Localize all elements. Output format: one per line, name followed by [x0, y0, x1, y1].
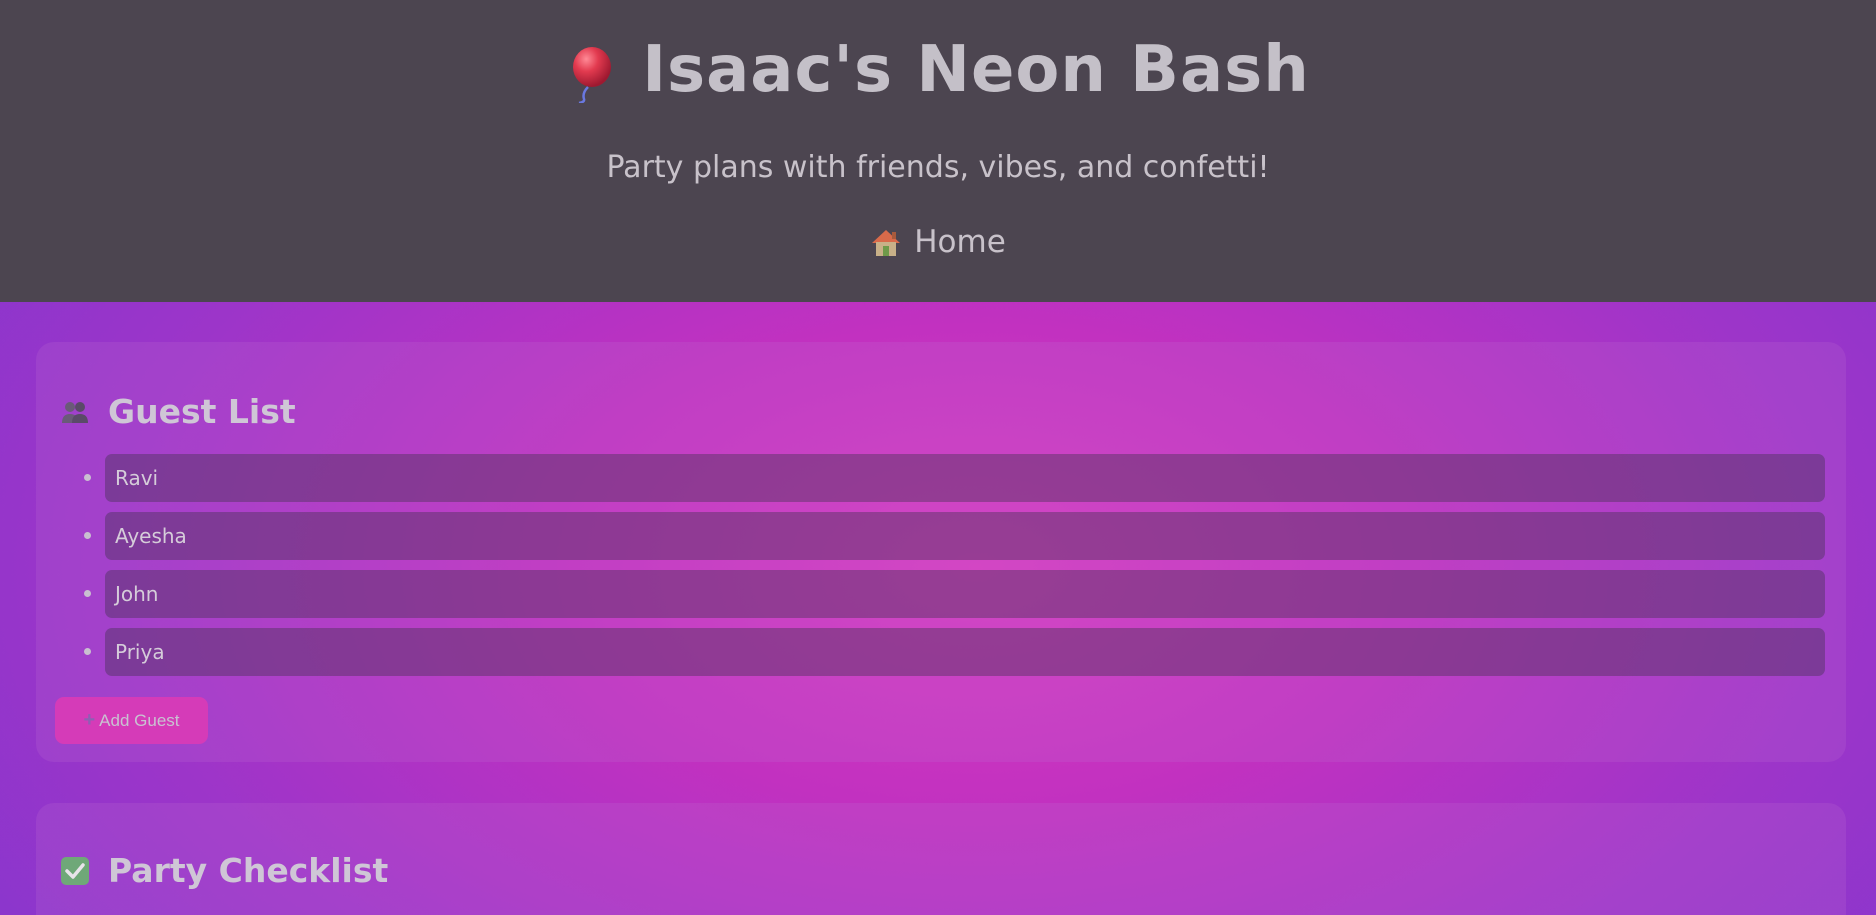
guest-name: Priya: [115, 640, 165, 664]
party-checklist-card: Party Checklist: [36, 803, 1846, 915]
list-item: Ayesha: [36, 512, 1846, 560]
list-item: Priya: [36, 628, 1846, 676]
nav-home-link[interactable]: Home: [0, 220, 1876, 264]
plus-icon: +: [83, 709, 96, 731]
guest-entry: Ravi: [105, 454, 1825, 502]
guest-list: Ravi Ayesha John Priya: [36, 454, 1846, 686]
list-item: Ravi: [36, 454, 1846, 502]
house-icon: [870, 226, 902, 256]
bullet: [84, 590, 91, 597]
site-header: Isaac's Neon Bash Party plans with frien…: [0, 0, 1876, 302]
bullet: [84, 648, 91, 655]
party-checklist-heading: Party Checklist: [60, 851, 388, 891]
guest-entry: John: [105, 570, 1825, 618]
balloon-icon: [566, 40, 612, 105]
guest-name: Ravi: [115, 466, 159, 490]
site-title: Isaac's Neon Bash: [0, 28, 1876, 112]
guest-entry: Priya: [105, 628, 1825, 676]
checkmark-box-icon: [60, 855, 90, 885]
list-item: John: [36, 570, 1846, 618]
bullet: [84, 474, 91, 481]
add-guest-button[interactable]: + Add Guest: [55, 697, 208, 744]
add-guest-label: Add Guest: [99, 711, 180, 730]
nav-home-label: Home: [914, 224, 1006, 260]
guest-list-heading: Guest List: [60, 392, 296, 432]
site-tagline: Party plans with friends, vibes, and con…: [606, 150, 1270, 185]
bullet: [84, 532, 91, 539]
guest-name: John: [115, 582, 159, 606]
people-icon: [60, 396, 90, 426]
guest-name: Ayesha: [115, 524, 187, 548]
guest-entry: Ayesha: [105, 512, 1825, 560]
guest-list-card: Guest List Ravi Ayesha John Priya + Add …: [36, 342, 1846, 762]
